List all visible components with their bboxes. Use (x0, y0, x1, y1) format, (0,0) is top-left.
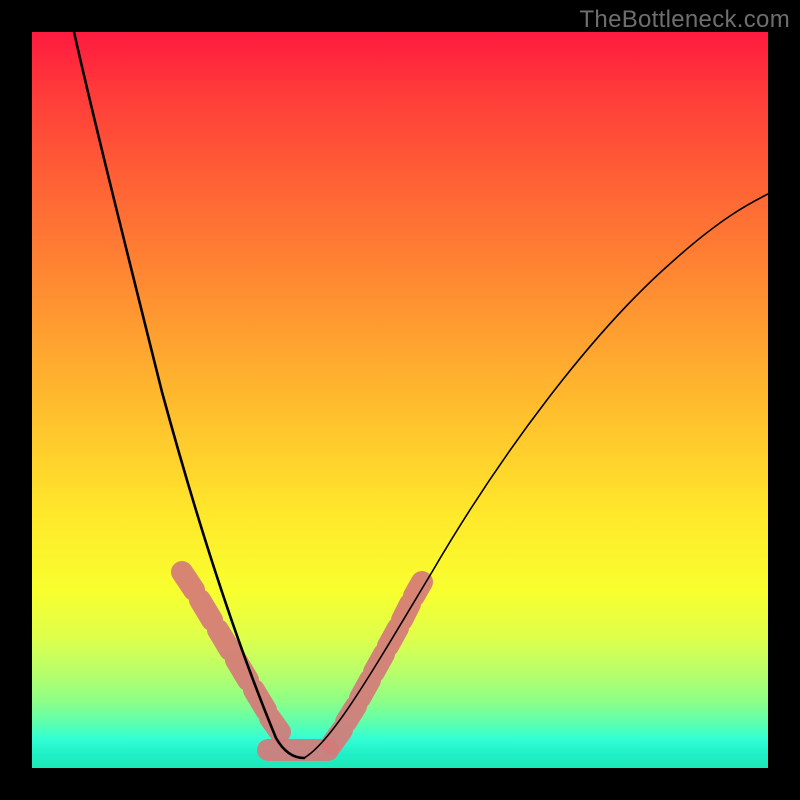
bottleneck-curve-left (74, 32, 304, 758)
chart-frame: TheBottleneck.com (0, 0, 800, 800)
watermark-text: TheBottleneck.com (579, 6, 790, 34)
plot-area (32, 32, 768, 768)
highlight-band-left (182, 572, 280, 732)
chart-svg (32, 32, 768, 768)
